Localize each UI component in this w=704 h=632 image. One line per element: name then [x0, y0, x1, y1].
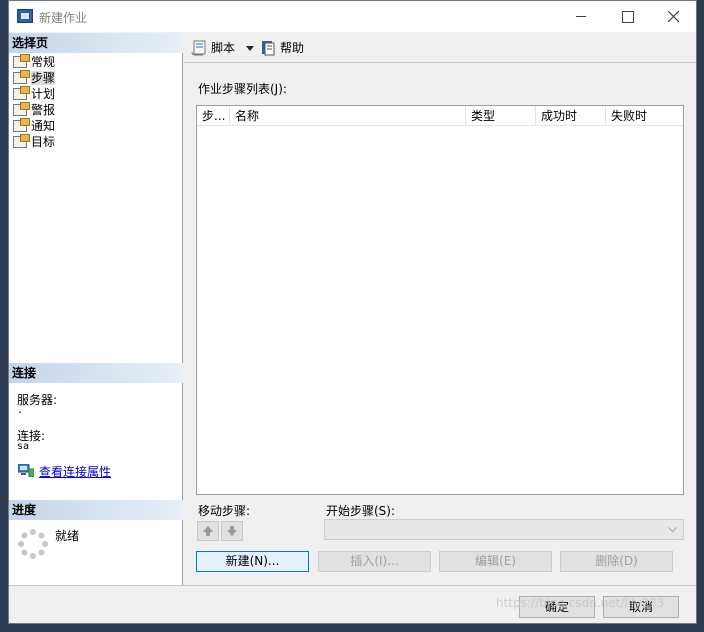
progress-header: 进度 — [9, 500, 183, 520]
watermark: https://blog.csdn.net/lily233 — [496, 596, 665, 610]
column-header-on-failure[interactable]: 失败时 — [606, 106, 683, 126]
move-down-button[interactable] — [221, 521, 243, 541]
delete-step-button[interactable]: 删除(D) — [560, 551, 673, 572]
start-step-select[interactable] — [324, 519, 684, 540]
server-value: . — [17, 405, 24, 416]
grid-header: 步... 名称 类型 成功时 失败时 — [197, 106, 683, 126]
help-button[interactable]: 帮助 — [260, 40, 304, 56]
view-connection-properties-link[interactable]: 查看连接属性 — [39, 463, 111, 480]
move-up-button[interactable] — [197, 521, 219, 541]
close-button[interactable] — [650, 1, 696, 32]
sidebar-item-targets[interactable]: 目标 — [13, 134, 55, 150]
page-icon — [13, 86, 30, 100]
page-icon — [13, 102, 30, 116]
page-icon — [13, 134, 30, 148]
chevron-down-icon — [668, 527, 677, 533]
new-step-button[interactable]: 新建(N)... — [196, 551, 309, 572]
connection-header: 连接 — [9, 363, 183, 383]
app-icon — [17, 9, 33, 23]
minimize-button[interactable] — [558, 1, 604, 32]
window-title: 新建作业 — [39, 11, 88, 25]
job-steps-grid[interactable]: 步... 名称 类型 成功时 失败时 — [196, 105, 684, 495]
page-icon — [13, 70, 30, 84]
move-step-label: 移动步骤: — [198, 504, 251, 518]
sidebar-item-alerts[interactable]: 警报 — [13, 102, 55, 118]
job-steps-list-label: 作业步骤列表(J): — [198, 82, 287, 96]
title-bar: 新建作业 — [9, 1, 696, 32]
script-icon — [191, 40, 206, 56]
start-step-label: 开始步骤(S): — [326, 504, 396, 518]
help-label: 帮助 — [280, 41, 305, 55]
sidebar-item-schedules[interactable]: 计划 — [13, 86, 55, 102]
toolbar: 脚本 帮助 — [184, 33, 696, 63]
close-icon — [668, 11, 679, 22]
script-dropdown-arrow[interactable] — [246, 46, 254, 51]
sidebar-item-general[interactable]: 常规 — [13, 54, 55, 70]
column-header-name[interactable]: 名称 — [230, 106, 466, 126]
sidebar-item-steps[interactable]: 步骤 — [13, 70, 56, 86]
help-icon — [262, 41, 275, 56]
arrow-down-icon — [227, 526, 237, 536]
arrow-up-icon — [203, 526, 213, 536]
new-job-dialog: 新建作业 选择页 常规 步骤 计划 警报 通知 目标 连接 服务器: . 连接:… — [8, 0, 697, 624]
main-pane: 脚本 帮助 作业步骤列表(J): 步... 名称 类型 成功时 失败时 移动步骤… — [184, 33, 696, 585]
column-header-step[interactable]: 步... — [197, 106, 230, 126]
sidebar-item-notifications[interactable]: 通知 — [13, 118, 55, 134]
left-pane: 选择页 常规 步骤 计划 警报 通知 目标 连接 服务器: . 连接: sa 查… — [9, 33, 183, 585]
column-header-type[interactable]: 类型 — [466, 106, 536, 126]
connection-properties-icon — [18, 464, 34, 477]
script-label: 脚本 — [211, 41, 236, 55]
select-page-header: 选择页 — [9, 33, 183, 53]
progress-spinner-icon — [18, 529, 48, 559]
progress-status: 就绪 — [55, 529, 80, 543]
column-header-on-success[interactable]: 成功时 — [536, 106, 606, 126]
maximize-button[interactable] — [604, 1, 650, 32]
script-button[interactable]: 脚本 — [191, 40, 235, 56]
connection-value: sa — [17, 441, 30, 452]
edit-step-button[interactable]: 编辑(E) — [439, 551, 552, 572]
page-icon — [13, 54, 30, 68]
page-icon — [13, 118, 30, 132]
insert-step-button[interactable]: 插入(I)... — [318, 551, 431, 572]
